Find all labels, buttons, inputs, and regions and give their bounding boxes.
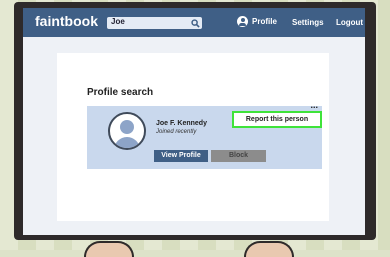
more-options-icon[interactable]: ... [310,100,318,110]
nav-logout-link[interactable]: Logout [336,18,363,27]
person-name[interactable]: Joe F. Kennedy [156,120,207,127]
top-navbar: faintbook Joe Profile Settings Logout [23,8,365,37]
search-input[interactable]: Joe [107,17,202,29]
search-input-value: Joe [111,17,125,26]
search-icon[interactable] [189,17,202,29]
block-button[interactable]: Block [211,150,266,162]
page-title: Profile search [87,87,154,98]
right-hand [244,241,294,257]
left-hand [84,241,134,257]
nav-profile-label: Profile [252,17,277,26]
nav-profile-link[interactable]: Profile [237,16,277,27]
view-profile-button[interactable]: View Profile [154,150,208,162]
brand-logo[interactable]: faintbook [35,13,98,29]
content-panel: Profile search ... Joe F. Kennedy Joined… [57,53,329,221]
avatar-body-shape [114,137,140,148]
nav-settings-link[interactable]: Settings [292,18,324,27]
user-icon [237,16,248,27]
avatar-head-shape [120,120,134,134]
report-person-button[interactable]: Report this person [232,111,322,128]
search-result-card: ... Joe F. Kennedy Joined recently Repor… [87,100,322,169]
person-subtitle: Joined recently [156,129,197,135]
screen: faintbook Joe Profile Settings Logout Pr… [23,8,365,235]
avatar[interactable] [108,112,146,150]
